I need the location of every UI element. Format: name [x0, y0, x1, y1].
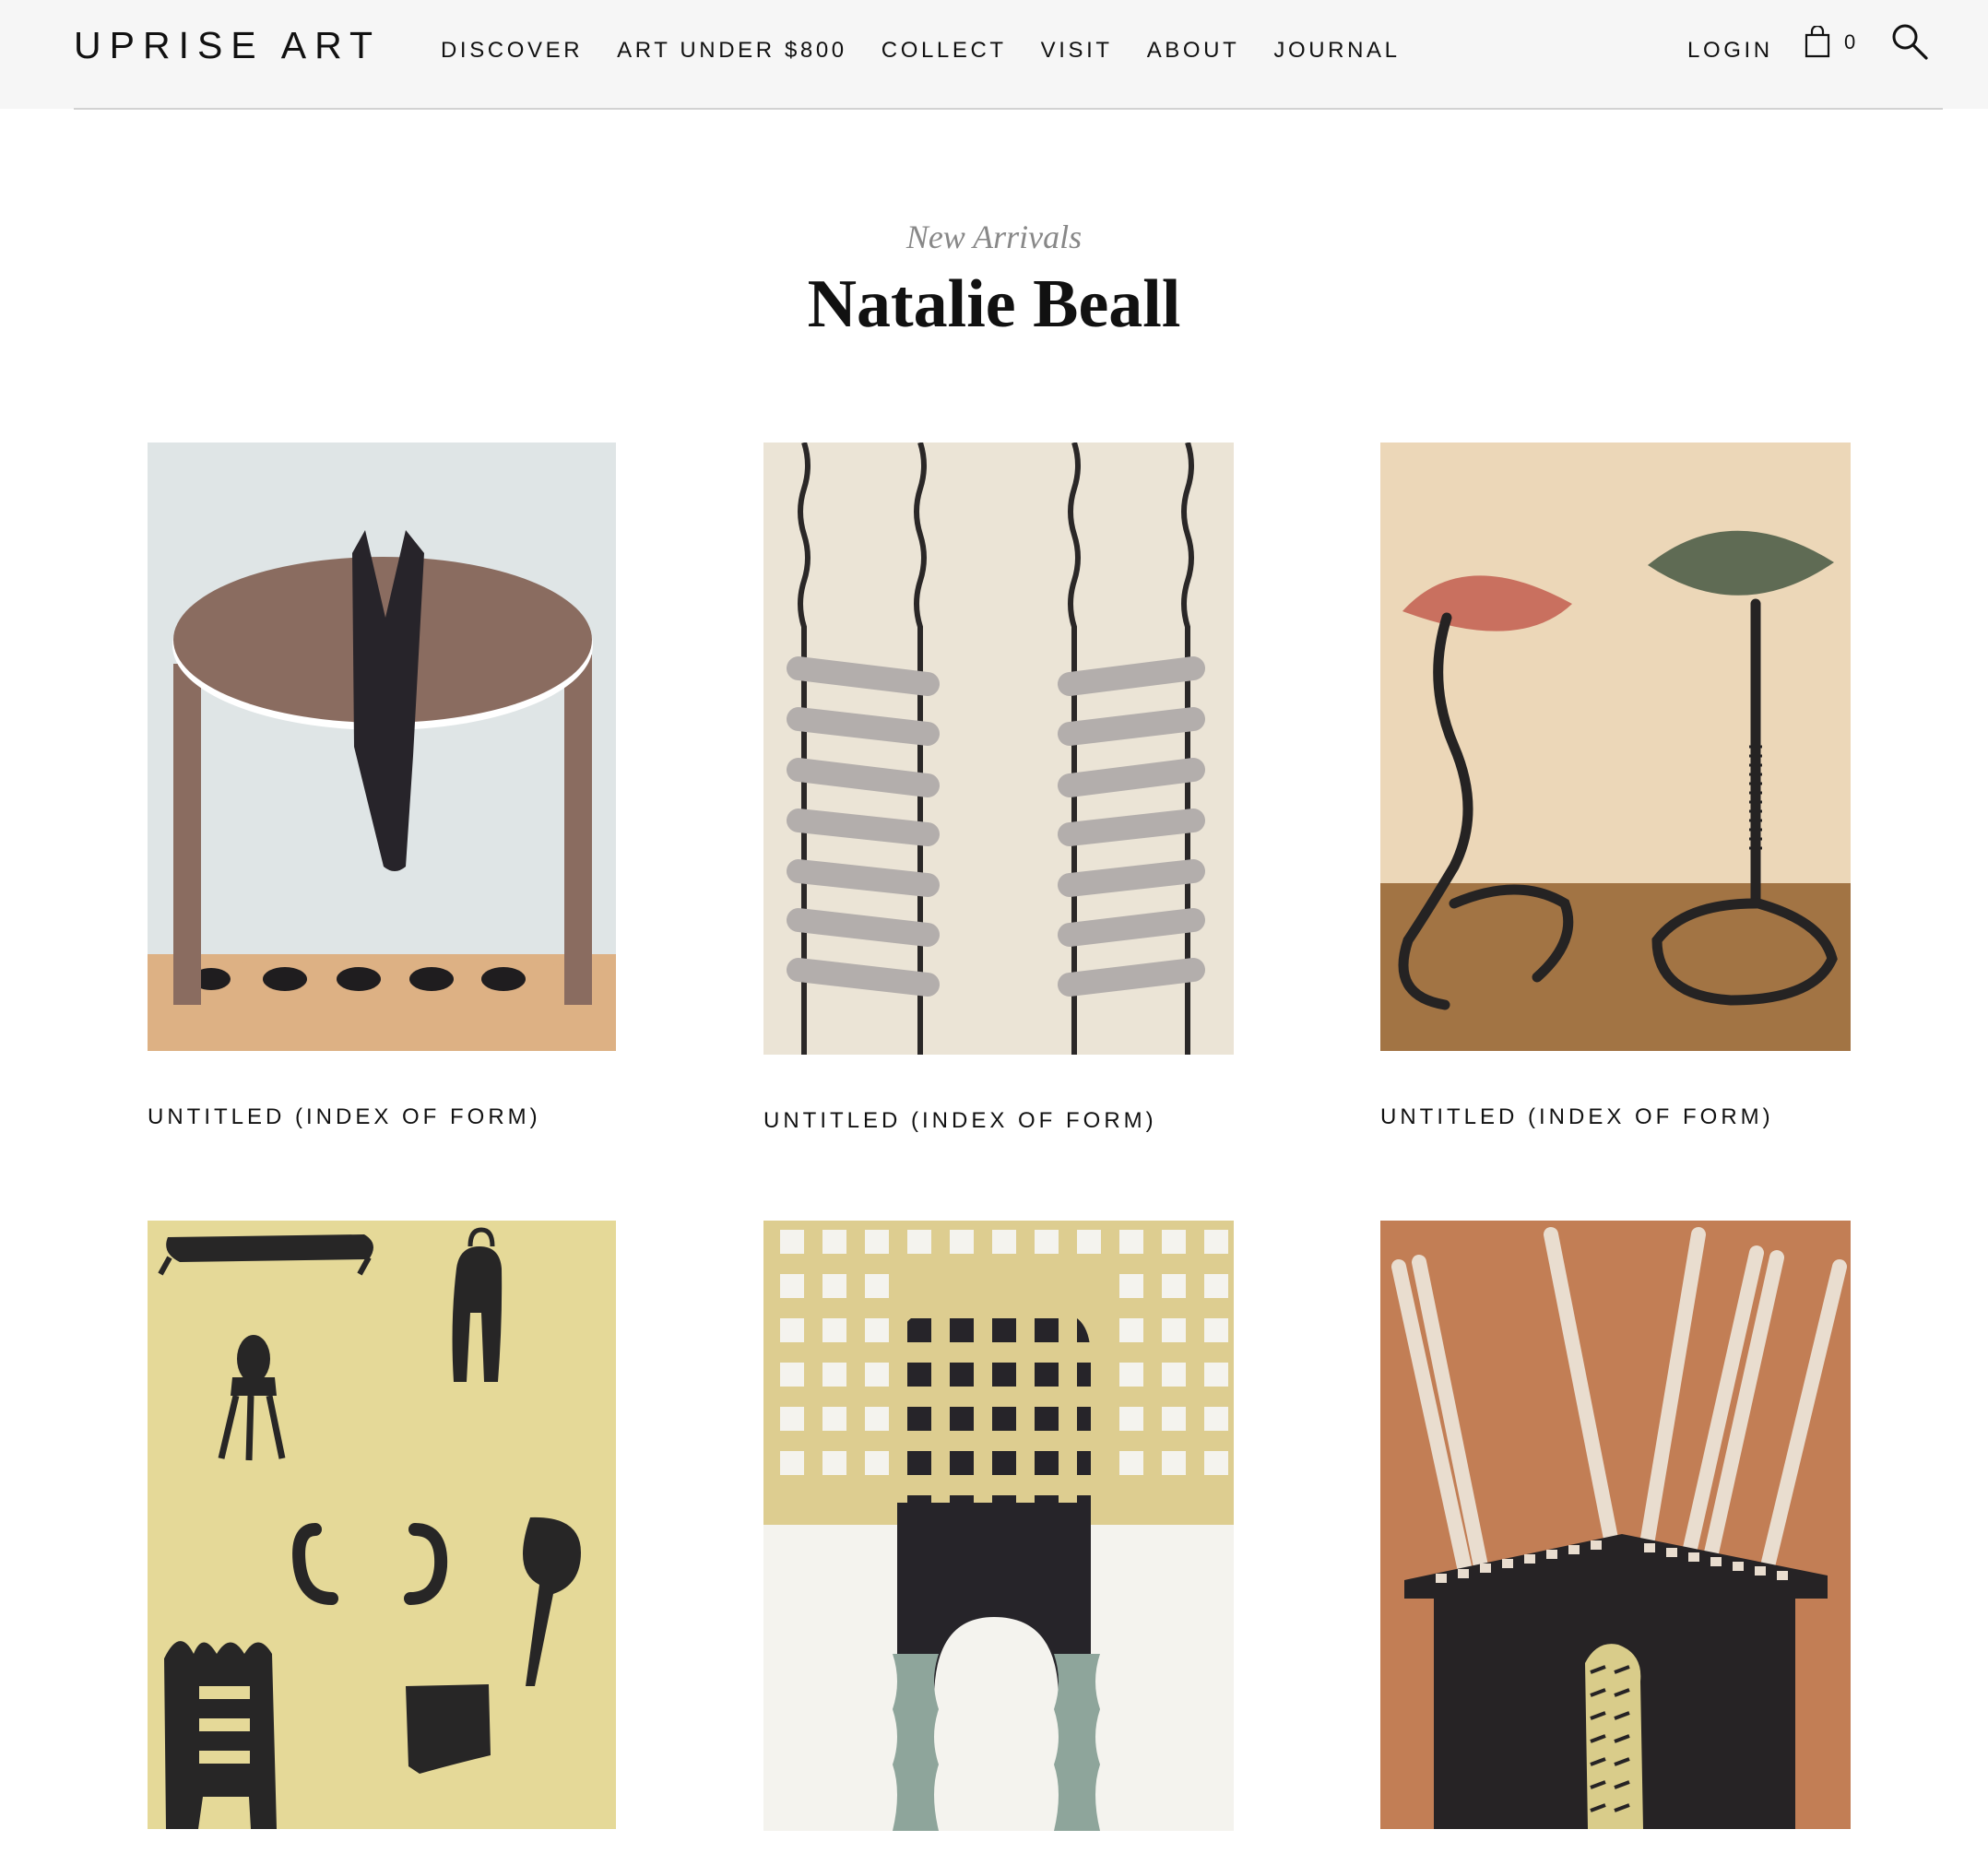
shopping-bag-icon [1805, 26, 1830, 58]
nav-collect[interactable]: COLLECT [882, 38, 1007, 64]
search-button[interactable] [1890, 22, 1929, 61]
artwork-image[interactable] [148, 1221, 616, 1829]
cart-count: 0 [1844, 30, 1856, 53]
artwork-title[interactable]: UNTITLED (INDEX OF FORM) [763, 1108, 1157, 1134]
artwork-title[interactable]: UNTITLED (INDEX OF FORM) [148, 1104, 541, 1130]
artist-name: Natalie Beall [807, 266, 1181, 342]
site-logo[interactable]: UPRISE ART [74, 24, 381, 67]
header-divider [74, 108, 1943, 110]
nav-art-under-800[interactable]: ART UNDER $800 [617, 38, 847, 64]
nav-visit[interactable]: VISIT [1041, 38, 1113, 64]
nav-about[interactable]: ABOUT [1147, 38, 1240, 64]
section-kicker: New Arrivals [905, 218, 1083, 255]
artwork-image[interactable] [763, 1221, 1234, 1831]
nav-journal[interactable]: JOURNAL [1273, 38, 1400, 64]
search-icon [1892, 24, 1928, 60]
artwork-image[interactable] [148, 443, 616, 1051]
nav-discover[interactable]: DISCOVER [441, 38, 583, 64]
cart-button[interactable]: 0 [1804, 24, 1863, 61]
artwork-title[interactable]: UNTITLED (INDEX OF FORM) [1380, 1104, 1774, 1130]
artwork-image[interactable] [763, 443, 1234, 1055]
artwork-image[interactable] [1380, 443, 1851, 1051]
login-link[interactable]: LOGIN [1687, 38, 1773, 64]
site-header: UPRISE ART DISCOVER ART UNDER $800 COLLE… [0, 0, 1988, 109]
main-nav: DISCOVER ART UNDER $800 COLLECT VISIT AB… [441, 38, 1435, 64]
artwork-image[interactable] [1380, 1221, 1851, 1829]
